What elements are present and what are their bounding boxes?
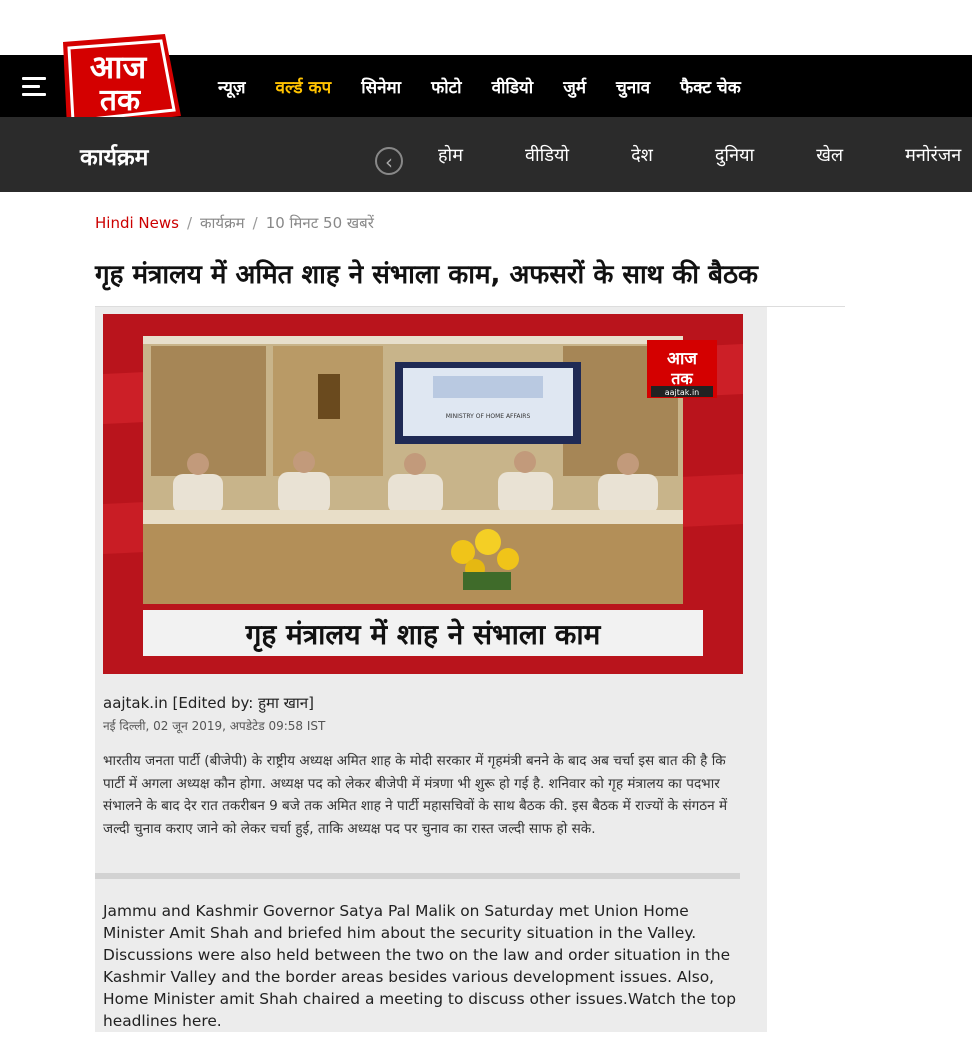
section-title[interactable]: कार्यक्रम bbox=[80, 140, 148, 172]
nav-news[interactable]: न्यूज़ bbox=[218, 75, 246, 98]
nav-fact-check[interactable]: फैक्ट चेक bbox=[680, 75, 741, 98]
video-caption: गृह मंत्रालय में शाह ने संभाला काम bbox=[245, 618, 602, 652]
breadcrumb-current: 10 मिनट 50 खबरें bbox=[265, 214, 374, 232]
article-dateline: नई दिल्ली, 02 जून 2019, अपडेटेड 09:58 IS… bbox=[103, 719, 326, 733]
watermark-text-top: आज bbox=[667, 349, 698, 369]
screen-text: MINISTRY OF HOME AFFAIRS bbox=[446, 413, 531, 420]
video-player[interactable]: MINISTRY OF HOME AFFAIRS गृह मंत्रालय मे… bbox=[103, 314, 743, 674]
subnav-world[interactable]: दुनिया bbox=[715, 143, 754, 167]
aajtak-logo[interactable]: आज तक bbox=[53, 34, 183, 128]
logo-text-top: आज bbox=[90, 48, 148, 86]
section-nav: होम वीडियो देश दुनिया खेल मनोरंजन bbox=[438, 117, 972, 192]
nav-crime[interactable]: जुर्म bbox=[563, 75, 586, 98]
breadcrumb-section[interactable]: कार्यक्रम bbox=[200, 214, 245, 232]
subnav-video[interactable]: वीडियो bbox=[525, 143, 569, 167]
breadcrumb-separator: / bbox=[252, 214, 258, 232]
logo-text-bottom: तक bbox=[99, 83, 141, 118]
content-divider bbox=[95, 873, 740, 879]
menu-icon[interactable] bbox=[22, 77, 46, 97]
subnav-country[interactable]: देश bbox=[631, 143, 653, 167]
breadcrumb-home[interactable]: Hindi News bbox=[95, 214, 179, 232]
article-english-text: Jammu and Kashmir Governor Satya Pal Mal… bbox=[103, 902, 736, 1030]
nav-world-cup[interactable]: वर्ल्ड कप bbox=[276, 75, 332, 98]
article-summary: भारतीय जनता पार्टी (बीजेपी) के राष्ट्रीय… bbox=[103, 753, 728, 837]
nav-photo[interactable]: फोटो bbox=[431, 75, 461, 98]
article-headline: गृह मंत्रालय में अमित शाह ने संभाला काम,… bbox=[95, 260, 759, 290]
main-nav: न्यूज़ वर्ल्ड कप सिनेमा फोटो वीडियो जुर्… bbox=[218, 55, 771, 117]
article-byline: aajtak.in [Edited by: हुमा खान] bbox=[103, 694, 314, 712]
nav-cinema[interactable]: सिनेमा bbox=[361, 75, 401, 98]
watermark-site: aajtak.in bbox=[665, 388, 700, 397]
breadcrumb-separator: / bbox=[186, 214, 193, 232]
subnav-sports[interactable]: खेल bbox=[816, 143, 843, 167]
chevron-left-icon[interactable]: ‹ bbox=[375, 147, 403, 175]
nav-election[interactable]: चुनाव bbox=[616, 75, 650, 98]
watermark-text-bottom: तक bbox=[670, 369, 693, 388]
subnav-entertainment[interactable]: मनोरंजन bbox=[905, 143, 961, 167]
nav-video[interactable]: वीडियो bbox=[492, 75, 534, 98]
breadcrumb: Hindi News / कार्यक्रम / 10 मिनट 50 खबरें bbox=[95, 213, 374, 233]
subnav-home[interactable]: होम bbox=[438, 143, 463, 167]
